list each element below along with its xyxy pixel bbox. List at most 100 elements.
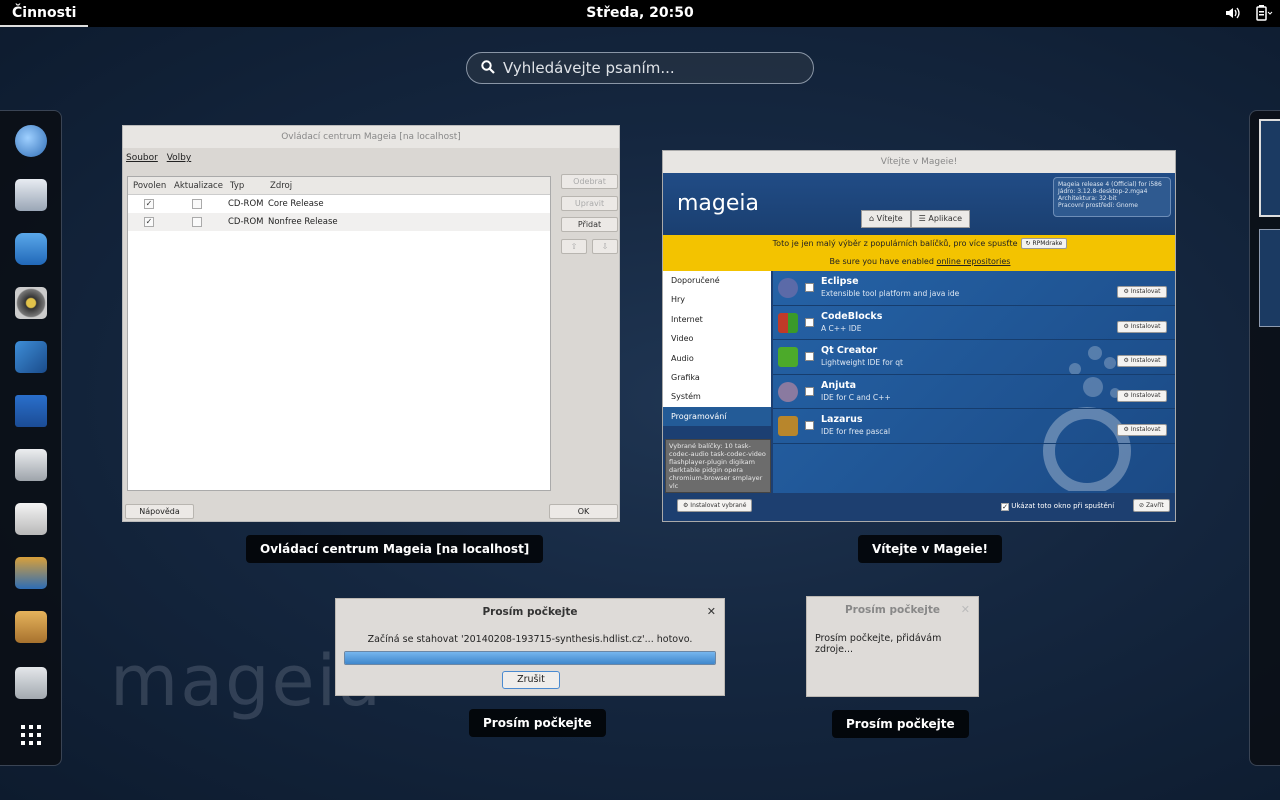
close-icon[interactable]: ✕ [707, 599, 716, 625]
show-on-startup-checkbox[interactable]: ✓ [1001, 503, 1009, 511]
category-item[interactable]: Doporučené [663, 271, 771, 290]
column-enabled[interactable]: Povolen [133, 181, 166, 191]
install-button[interactable]: ⚙ Instalovat [1117, 424, 1167, 437]
activities-button[interactable]: Činnosti [0, 0, 89, 27]
gear-icon: ⚙ [1123, 426, 1131, 434]
update-checkbox[interactable] [192, 199, 202, 209]
dialog-title: Prosím počkejte [482, 606, 578, 618]
search-input[interactable] [503, 59, 793, 77]
cancel-button[interactable]: Zrušit [502, 671, 560, 689]
category-item[interactable]: Video [663, 329, 771, 348]
add-button[interactable]: Přidat [561, 217, 618, 232]
window-caption[interactable]: Ovládací centrum Mageia [na localhost] [246, 535, 544, 563]
workspace-thumbnail[interactable] [1259, 229, 1280, 327]
tab-applications[interactable]: ☰ Aplikace [910, 210, 971, 228]
window-caption[interactable]: Prosím počkejte [469, 709, 606, 737]
gear-icon: ⚙ [1123, 288, 1131, 295]
workspace-thumbnail-active[interactable] [1259, 119, 1280, 217]
install-selected-button[interactable]: ⚙ Instalovat vybrané [677, 499, 753, 512]
adding-sources-message: Prosím počkejte, přidávám zdroje... [815, 633, 942, 655]
search-icon [481, 59, 495, 78]
category-item[interactable]: Grafika [663, 368, 771, 387]
remote-desktop-icon[interactable] [15, 667, 47, 699]
clock-settings-icon[interactable] [15, 179, 47, 211]
selected-packages-info: Vybrané balíčky: 10 task-codec-audio tas… [665, 439, 771, 493]
select-checkbox[interactable] [805, 283, 814, 292]
list-item[interactable]: CodeBlocks A C++ IDE ⚙ Instalovat [773, 306, 1175, 341]
show-applications-grid-icon[interactable] [15, 719, 47, 751]
adding-sources-dialog[interactable]: Prosím počkejte ✕ Prosím počkejte, přidáv… [806, 596, 979, 697]
download-status-message: Začíná se stahovat '20140208-193715-synt… [367, 634, 693, 645]
install-button[interactable]: ⚙ Instalovat [1117, 355, 1167, 368]
install-button[interactable]: ⚙ Instalovat [1117, 320, 1167, 333]
close-icon[interactable]: ✕ [961, 597, 970, 623]
column-source[interactable]: Zdroj [270, 181, 292, 191]
window-title: Vítejte v Mageie! [663, 151, 1175, 173]
search-box[interactable] [466, 52, 814, 84]
enabled-checkbox[interactable]: ✓ [144, 217, 154, 227]
speaker-icon[interactable] [15, 287, 47, 319]
select-checkbox[interactable] [805, 352, 814, 362]
select-checkbox[interactable] [805, 386, 814, 396]
category-item[interactable]: Systém [663, 387, 771, 406]
online-repositories-link[interactable]: online repositories [936, 257, 1010, 266]
select-checkbox[interactable] [805, 421, 814, 431]
media-sources-table: Povolen Aktualizace Typ Zdroj ✓ CD-ROM C… [127, 176, 551, 491]
tools-icon[interactable] [15, 557, 47, 589]
app-name: Eclipse [821, 276, 859, 287]
dialog-title: Prosím počkejte [844, 604, 941, 616]
install-button[interactable]: ⚙ Instalovat [1117, 389, 1167, 402]
table-row[interactable]: ✓ CD-ROM Core Release [128, 195, 550, 213]
list-item[interactable]: Qt Creator Lightweight IDE for qt ⚙ Inst… [773, 340, 1175, 375]
control-center-window[interactable]: Ovládací centrum Mageia [na localhost] S… [122, 125, 620, 522]
window-caption[interactable]: Vítejte v Mageie! [858, 535, 1002, 563]
window-caption[interactable]: Prosím počkejte [832, 710, 969, 738]
move-up-button[interactable]: ⇧ [561, 239, 587, 254]
install-button[interactable]: ⚙ Instalovat [1117, 286, 1167, 298]
chat-icon[interactable] [15, 233, 47, 265]
category-item[interactable]: Audio [663, 349, 771, 368]
internet-browser-icon[interactable] [15, 125, 47, 157]
volume-icon[interactable] [1224, 5, 1240, 21]
table-row[interactable]: ✓ CD-ROM Nonfree Release [128, 213, 550, 231]
show-on-startup-option[interactable]: ✓ Ukázat toto okno při spuštění [1001, 502, 1114, 511]
enabled-checkbox[interactable]: ✓ [144, 199, 154, 209]
column-type[interactable]: Typ [230, 181, 244, 191]
writer-document-icon[interactable] [15, 395, 47, 427]
clock[interactable]: Středa, 20:50 [540, 5, 740, 21]
column-updates[interactable]: Aktualizace [174, 181, 223, 191]
photo-viewer-icon[interactable] [15, 341, 47, 373]
list-item[interactable]: Lazarus IDE for free pascal ⚙ Instalovat [773, 409, 1175, 444]
app-description: A C++ IDE [821, 323, 862, 333]
download-progress-dialog[interactable]: Prosím počkejte ✕ Začíná se stahovat '201… [335, 598, 725, 696]
file-cabinet-icon[interactable] [15, 449, 47, 481]
menu-file[interactable]: Soubor [126, 153, 158, 163]
help-button[interactable]: Nápověda [125, 504, 194, 519]
tab-welcome[interactable]: ⌂ Vítejte [861, 210, 911, 228]
category-item-selected[interactable]: Programování [663, 406, 771, 427]
battery-menu-icon[interactable] [1254, 5, 1273, 21]
mageia-logo: mageia [677, 191, 760, 216]
list-item[interactable]: Eclipse Extensible tool platform and jav… [773, 271, 1175, 306]
category-item[interactable]: Internet [663, 310, 771, 329]
list-item[interactable]: Anjuta IDE for C and C++ ⚙ Instalovat [773, 375, 1175, 410]
close-button[interactable]: ⊘ Zavřít [1133, 499, 1170, 512]
edit-button[interactable]: Upravit [561, 196, 618, 211]
select-checkbox[interactable] [805, 317, 814, 327]
software-package-icon[interactable] [15, 611, 47, 643]
menu-options[interactable]: Volby [167, 153, 192, 163]
eclipse-icon [778, 278, 798, 298]
category-item[interactable]: Hry [663, 290, 771, 309]
rpmdrake-button[interactable]: ↻ RPMdrake [1020, 238, 1068, 249]
app-description: Extensible tool platform and java ide [821, 289, 960, 298]
app-description: Lightweight IDE for qt [821, 358, 903, 368]
update-checkbox[interactable] [192, 217, 202, 227]
codeblocks-icon [778, 312, 798, 333]
remove-button[interactable]: Odebrat [561, 174, 618, 189]
download-progress-bar [344, 651, 716, 665]
welcome-window[interactable]: Vítejte v Mageie! mageia ⌂ Vítejte ☰ Apl… [662, 150, 1176, 522]
move-down-button[interactable]: ⇩ [592, 239, 618, 254]
category-list: Doporučené Hry Internet Video Audio Graf… [663, 271, 771, 427]
documents-icon[interactable] [15, 503, 47, 535]
ok-button[interactable]: OK [549, 504, 618, 519]
